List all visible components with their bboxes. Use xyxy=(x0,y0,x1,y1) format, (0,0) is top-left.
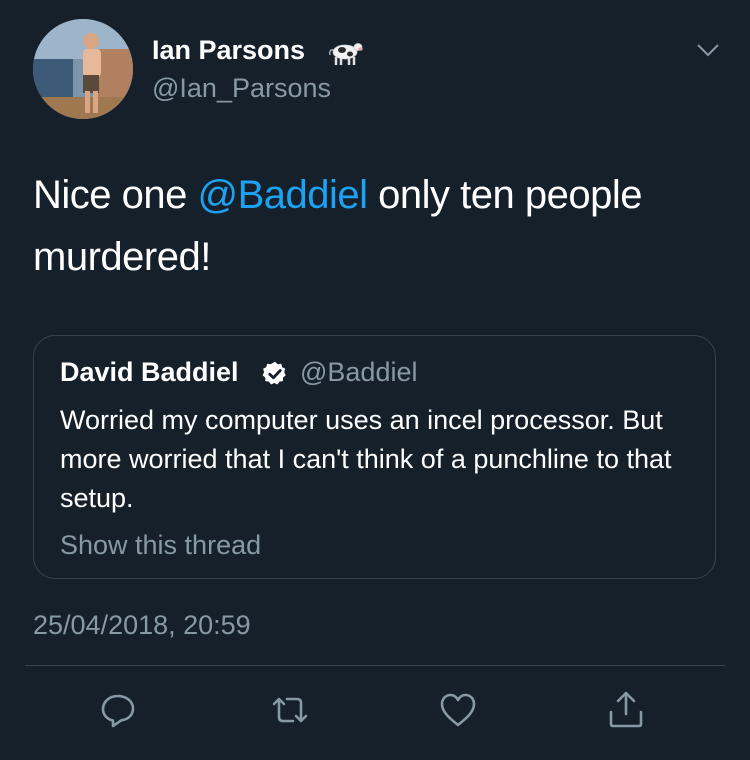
chevron-down-icon[interactable] xyxy=(694,40,722,60)
cow-icon xyxy=(329,43,363,65)
like-icon xyxy=(440,693,476,727)
mention-link[interactable]: @Baddiel xyxy=(197,173,368,217)
tweet-text-start: Nice one xyxy=(33,173,198,217)
quoted-text: Worried my computer uses an incel proces… xyxy=(60,405,672,513)
quoted-author-name: David Baddiel xyxy=(60,357,239,387)
divider xyxy=(25,665,725,666)
quoted-handle: @Baddiel xyxy=(300,357,418,387)
show-thread-link[interactable]: Show this thread xyxy=(60,527,261,563)
retweet-button[interactable] xyxy=(270,690,310,730)
retweet-icon xyxy=(272,697,308,723)
display-name[interactable]: Ian Parsons xyxy=(152,32,305,68)
share-icon xyxy=(609,691,643,728)
share-button[interactable] xyxy=(606,690,646,730)
avatar[interactable] xyxy=(33,19,133,119)
tweet-card: Ian Parsons @Ian_Parsons Nice one @Baddi… xyxy=(0,0,750,760)
user-handle[interactable]: @Ian_Parsons xyxy=(152,71,331,105)
reply-icon xyxy=(101,694,135,728)
like-button[interactable] xyxy=(438,690,478,730)
tweet-text: Nice one @Baddiel only ten people murder… xyxy=(33,164,723,288)
verified-badge-icon xyxy=(262,361,286,385)
timestamp[interactable]: 25/04/2018, 20:59 xyxy=(33,607,251,643)
reply-button[interactable] xyxy=(98,690,138,730)
quoted-tweet[interactable]: David Baddiel @Baddiel Worried my comput… xyxy=(33,335,716,579)
